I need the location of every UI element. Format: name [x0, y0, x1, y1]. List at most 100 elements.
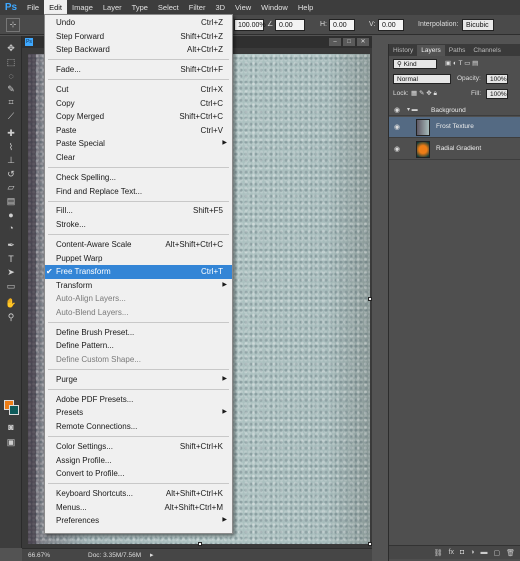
- lock-icons[interactable]: ▦ ✎ ✥ 🔒︎: [411, 89, 437, 99]
- menu-item-find-and-replace-text[interactable]: Find and Replace Text...: [45, 185, 232, 199]
- fx-icon[interactable]: fx: [449, 549, 454, 556]
- menu-item-content-aware-scale[interactable]: Content-Aware Scale Alt+Shift+Ctrl+C: [45, 238, 232, 252]
- folder-icon[interactable]: ▬: [480, 549, 487, 556]
- menu-item-copy-merged[interactable]: Copy Merged Shift+Ctrl+C: [45, 110, 232, 124]
- transform-handle-bottom[interactable]: [198, 542, 202, 546]
- path-select-icon[interactable]: ➤: [0, 266, 22, 280]
- healing-icon[interactable]: ✚: [0, 127, 22, 141]
- menu-item-preferences[interactable]: Preferences ▶: [45, 514, 232, 528]
- menu-item-define-custom-shape[interactable]: Define Custom Shape...: [45, 353, 232, 367]
- filter-kind-select[interactable]: ⚲ Kind: [393, 59, 437, 69]
- menu-item-step-forward[interactable]: Step Forward Shift+Ctrl+Z: [45, 30, 232, 44]
- menu-item-paste-special[interactable]: Paste Special ▶: [45, 137, 232, 151]
- h-skew-field[interactable]: 0.00: [329, 19, 355, 31]
- menu-item-define-pattern[interactable]: Define Pattern...: [45, 339, 232, 353]
- menu-item-fade[interactable]: Fade... Shift+Ctrl+F: [45, 63, 232, 77]
- menu-item-remote-connections[interactable]: Remote Connections...: [45, 420, 232, 434]
- menu-item-define-brush-preset[interactable]: Define Brush Preset...: [45, 326, 232, 340]
- tab-layers[interactable]: Layers: [417, 45, 445, 56]
- maximize-icon[interactable]: □: [343, 38, 355, 46]
- brush-icon[interactable]: ⌇: [0, 141, 22, 155]
- pen-icon[interactable]: ✒: [0, 239, 22, 253]
- type-icon[interactable]: T: [0, 253, 22, 267]
- clone-stamp-icon[interactable]: ⊥: [0, 154, 22, 168]
- eraser-icon[interactable]: ▱: [0, 181, 22, 195]
- width-percent-field[interactable]: 100.00%: [234, 19, 266, 31]
- quick-mask-icon[interactable]: ◙: [0, 420, 22, 434]
- menu-item-free-transform[interactable]: ✔ Free Transform Ctrl+T: [45, 265, 232, 279]
- eye-icon[interactable]: ◉: [394, 124, 402, 132]
- menu-item-auto-align-layers[interactable]: Auto-Align Layers...: [45, 292, 232, 306]
- menu-item-copy[interactable]: Copy Ctrl+C: [45, 97, 232, 111]
- menu-item-assign-profile[interactable]: Assign Profile...: [45, 454, 232, 468]
- menu-file[interactable]: File: [22, 0, 44, 15]
- background-color-swatch[interactable]: [9, 405, 19, 415]
- menu-item-purge[interactable]: Purge ▶: [45, 373, 232, 387]
- eye-icon[interactable]: ◉: [394, 107, 402, 115]
- quick-select-icon[interactable]: ✎: [0, 83, 22, 97]
- trash-icon[interactable]: 🗑︎: [506, 549, 515, 557]
- fill-field[interactable]: 100%: [486, 89, 508, 99]
- hand-icon[interactable]: ✋: [0, 297, 22, 311]
- shape-icon[interactable]: ▭: [0, 280, 22, 294]
- interpolation-select[interactable]: Bicubic: [462, 19, 494, 31]
- new-layer-icon[interactable]: ▢: [493, 549, 500, 557]
- filter-icons[interactable]: ▣ ◐ T ▭ ▤: [445, 59, 478, 69]
- menu-item-undo[interactable]: Undo Ctrl+Z: [45, 16, 232, 30]
- menu-3d[interactable]: 3D: [210, 0, 230, 15]
- blend-mode-select[interactable]: Normal: [393, 74, 451, 84]
- adjustment-icon[interactable]: ◑: [470, 549, 474, 556]
- menu-item-fill[interactable]: Fill... Shift+F5: [45, 204, 232, 218]
- transform-tool-icon[interactable]: ⊹: [6, 18, 20, 32]
- menu-help[interactable]: Help: [293, 0, 318, 15]
- layer-frost-texture[interactable]: ◉ Frost Texture: [389, 117, 520, 138]
- menu-layer[interactable]: Layer: [98, 0, 127, 15]
- menu-item-stroke[interactable]: Stroke...: [45, 218, 232, 232]
- gradient-icon[interactable]: ▤: [0, 195, 22, 209]
- menu-item-auto-blend-layers[interactable]: Auto-Blend Layers...: [45, 306, 232, 320]
- menu-view[interactable]: View: [230, 0, 256, 15]
- menu-item-cut[interactable]: Cut Ctrl+X: [45, 83, 232, 97]
- blur-icon[interactable]: ●: [0, 208, 22, 222]
- layer-radial-gradient[interactable]: ◉ Radial Gradient: [389, 139, 520, 160]
- close-icon[interactable]: ✕: [357, 38, 369, 46]
- v-skew-field[interactable]: 0.00: [378, 19, 404, 31]
- menu-select[interactable]: Select: [153, 0, 184, 15]
- tab-channels[interactable]: Channels: [469, 45, 504, 56]
- menu-item-transform[interactable]: Transform ▶: [45, 279, 232, 293]
- menu-item-convert-to-profile[interactable]: Convert to Profile...: [45, 467, 232, 481]
- minimize-icon[interactable]: –: [329, 38, 341, 46]
- menu-item-clear[interactable]: Clear: [45, 151, 232, 165]
- transform-handle-bottom-right[interactable]: [368, 542, 372, 546]
- menu-item-step-backward[interactable]: Step Backward Alt+Ctrl+Z: [45, 43, 232, 57]
- crop-icon[interactable]: ⌗: [0, 96, 22, 110]
- layer-group-background[interactable]: ◉ ▾ ▬ Background: [389, 105, 520, 116]
- transform-handle-right[interactable]: [368, 297, 372, 301]
- menu-item-presets[interactable]: Presets ▶: [45, 406, 232, 420]
- screen-mode-icon[interactable]: ▣: [0, 436, 22, 450]
- angle-field[interactable]: 0.00: [275, 19, 305, 31]
- lasso-icon[interactable]: ◌: [0, 69, 22, 83]
- menu-item-keyboard-shortcuts[interactable]: Keyboard Shortcuts... Alt+Shift+Ctrl+K: [45, 487, 232, 501]
- menu-item-menus[interactable]: Menus... Alt+Shift+Ctrl+M: [45, 501, 232, 515]
- tab-paths[interactable]: Paths: [445, 45, 470, 56]
- mask-icon[interactable]: ◘: [460, 549, 464, 556]
- dodge-icon[interactable]: ◔: [0, 222, 22, 236]
- zoom-level[interactable]: 66.67%: [28, 552, 50, 559]
- menu-item-paste[interactable]: Paste Ctrl+V: [45, 124, 232, 138]
- menu-item-color-settings[interactable]: Color Settings... Shift+Ctrl+K: [45, 440, 232, 454]
- opacity-field[interactable]: 100%: [486, 74, 508, 84]
- status-menu-arrow-icon[interactable]: ▸: [150, 551, 154, 559]
- menu-edit[interactable]: Edit: [44, 0, 68, 15]
- move-icon[interactable]: ✥: [0, 42, 22, 56]
- eyedropper-icon[interactable]: ⟋: [0, 110, 22, 124]
- history-brush-icon[interactable]: ↺: [0, 168, 22, 182]
- menu-window[interactable]: Window: [256, 0, 293, 15]
- menu-item-puppet-warp[interactable]: Puppet Warp: [45, 252, 232, 266]
- menu-filter[interactable]: Filter: [184, 0, 211, 15]
- menu-item-check-spelling[interactable]: Check Spelling...: [45, 171, 232, 185]
- tab-history[interactable]: History: [389, 45, 417, 56]
- link-icon[interactable]: ⛓: [434, 549, 443, 557]
- menu-type[interactable]: Type: [127, 0, 153, 15]
- marquee-icon[interactable]: ⬚: [0, 56, 22, 70]
